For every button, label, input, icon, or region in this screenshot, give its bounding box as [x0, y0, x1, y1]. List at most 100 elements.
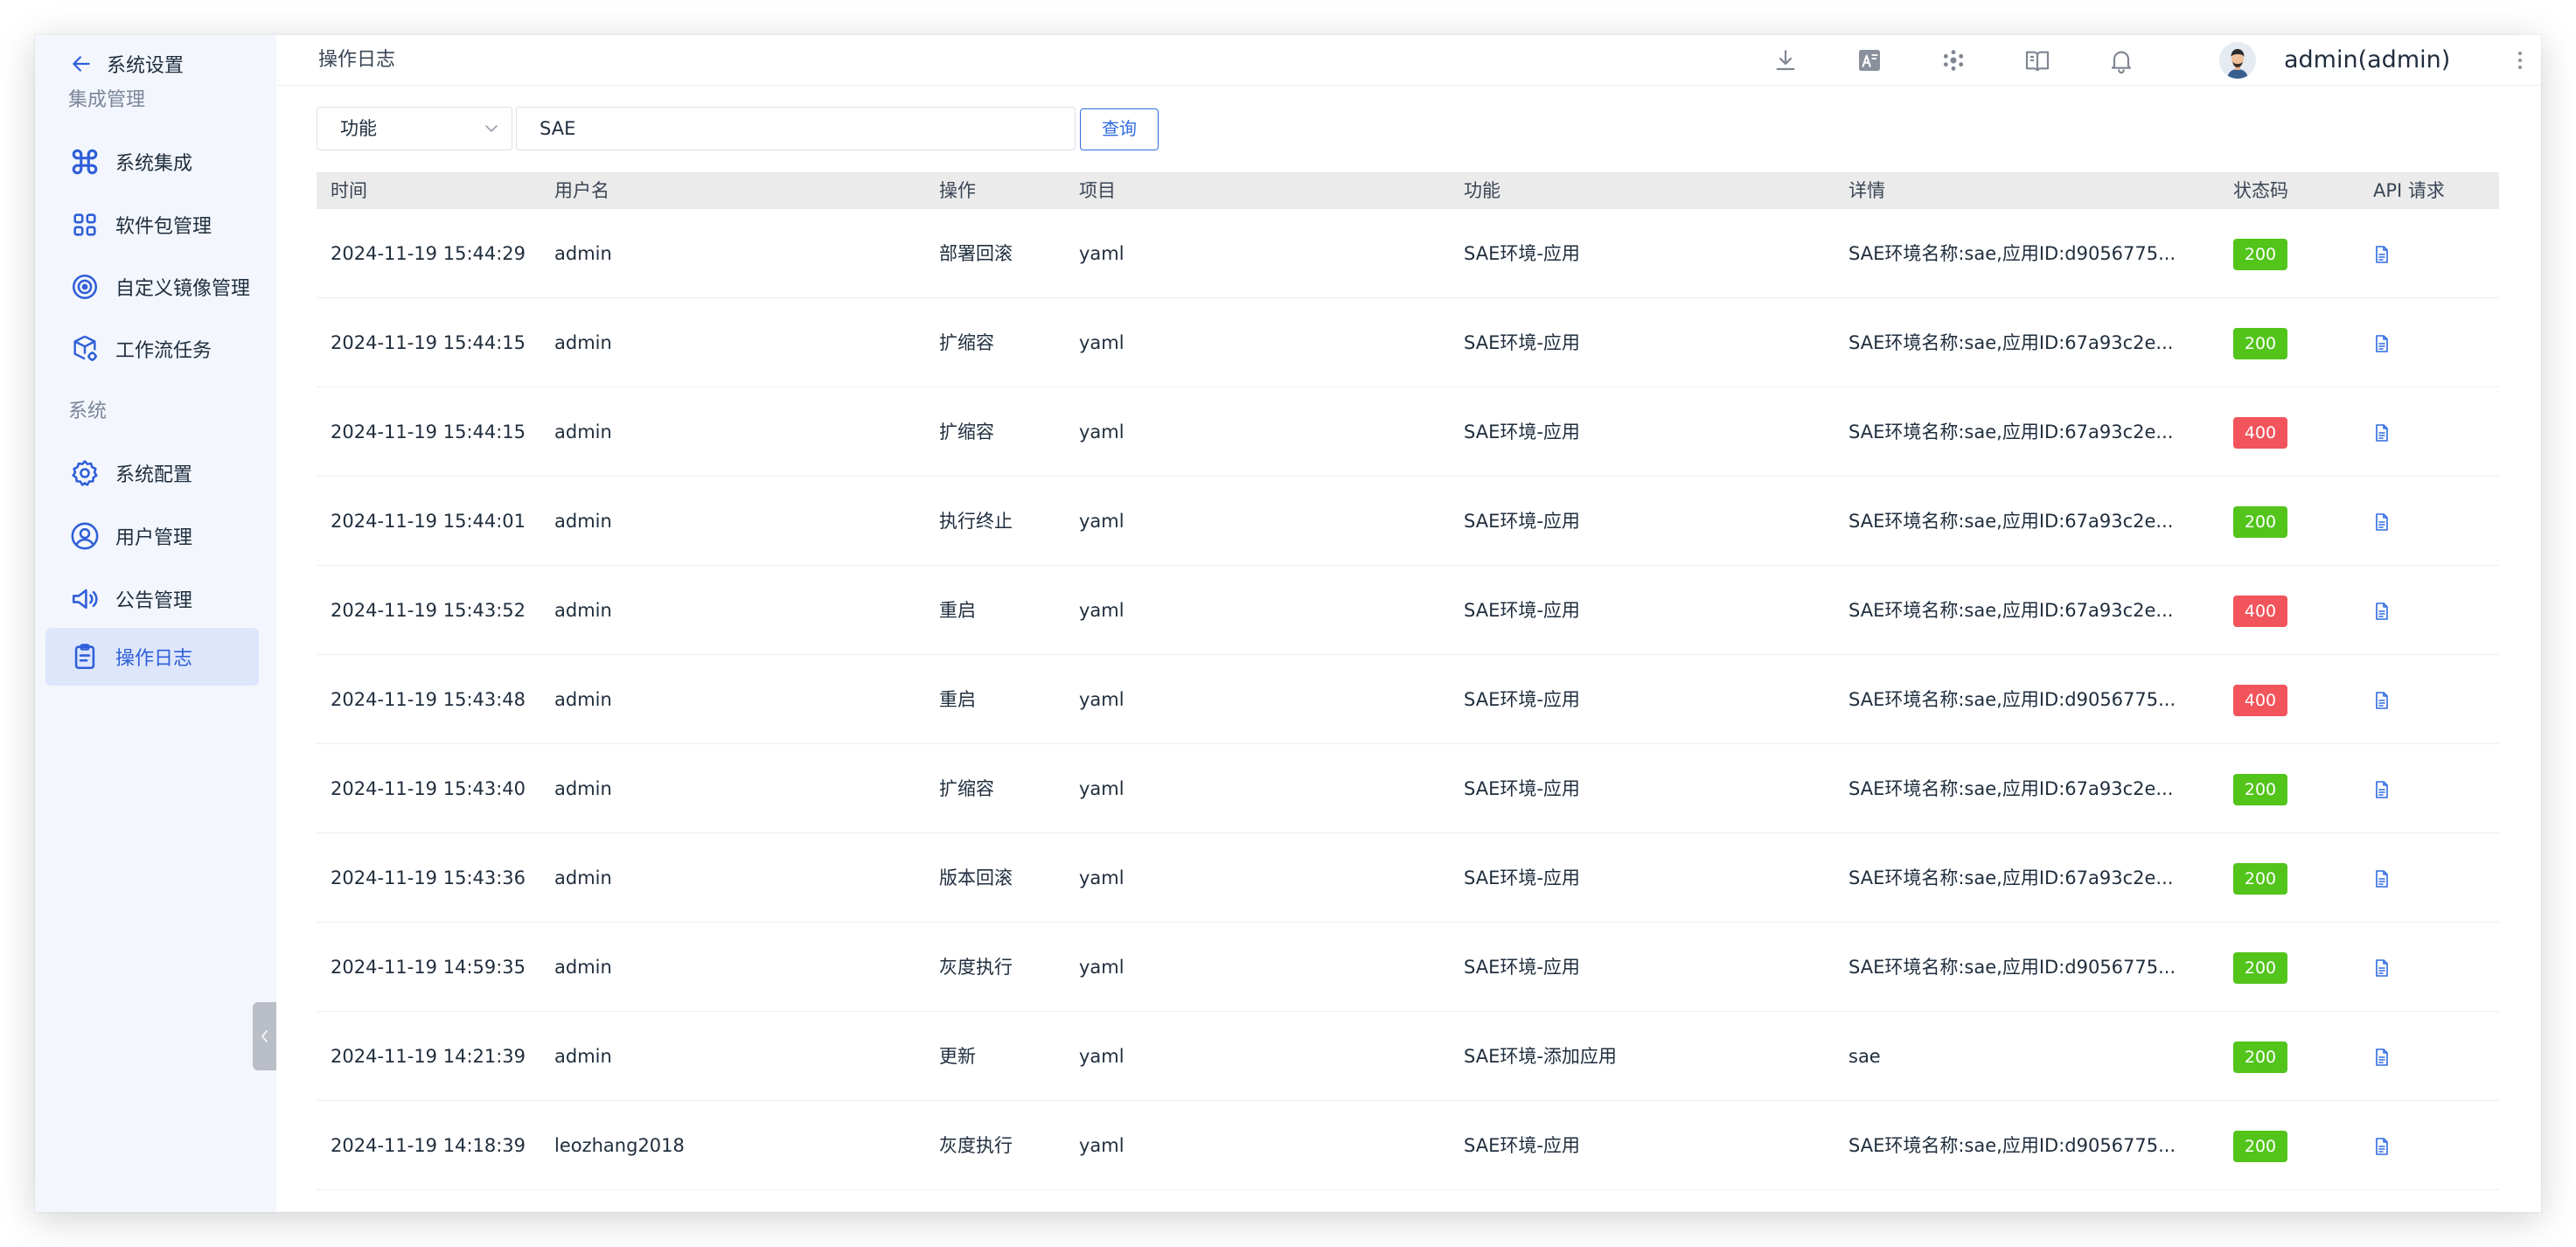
column-header-operation: 操作 [939, 180, 976, 201]
document-icon[interactable] [2373, 334, 2391, 353]
cell-detail: SAE环境名称:sae,应用ID:d9056775... [1848, 957, 2176, 978]
cell-user: admin [554, 1046, 612, 1067]
target-icon [72, 274, 98, 300]
status-badge: 200 [2233, 952, 2287, 984]
column-header-project: 项目 [1079, 180, 1116, 201]
sidebar-item-operation-log[interactable]: 操作日志 [45, 628, 259, 686]
document-icon[interactable] [2373, 423, 2391, 442]
cell-project: yaml [1079, 600, 1124, 621]
cell-detail: SAE环境名称:sae,应用ID:d9056775... [1848, 1135, 2176, 1156]
sidebar-item-workflow-tasks[interactable]: 工作流任务 [45, 320, 259, 378]
cell-status: 400 [2233, 566, 2287, 655]
filter-field-select[interactable]: 功能 [317, 107, 512, 150]
cell-status: 200 [2233, 477, 2287, 566]
cell-project: yaml [1079, 778, 1124, 799]
cell-api [2373, 1012, 2391, 1101]
sidebar-item-label: 软件包管理 [115, 216, 212, 238]
chevron-down-icon [485, 125, 498, 132]
sidebar-item-user-management[interactable]: 用户管理 [45, 507, 259, 565]
cell-project: yaml [1079, 421, 1124, 442]
document-icon[interactable] [2373, 245, 2391, 264]
cell-time: 2024-11-19 15:44:01 [331, 511, 526, 532]
user-circle-icon [71, 522, 99, 550]
sidebar-collapse-button[interactable] [253, 1002, 276, 1070]
cell-function: SAE环境-应用 [1464, 867, 1580, 888]
status-badge: 200 [2233, 1041, 2287, 1073]
bell-icon[interactable] [2107, 46, 2135, 74]
username-label[interactable]: admin(admin) [2284, 35, 2450, 86]
more-vertical-icon[interactable] [2515, 49, 2525, 72]
document-icon[interactable] [2373, 1137, 2391, 1156]
table-row: 2024-11-19 15:44:15 admin 扩缩容 yaml SAE环境… [317, 387, 2499, 477]
status-badge: 200 [2233, 863, 2287, 895]
cell-function: SAE环境-应用 [1464, 689, 1580, 710]
cell-time: 2024-11-19 14:59:35 [331, 957, 526, 978]
language-icon[interactable] [1855, 46, 1883, 74]
clipboard-icon [74, 644, 95, 670]
cell-project: yaml [1079, 867, 1124, 888]
cell-detail: SAE环境名称:sae,应用ID:67a93c2e... [1848, 867, 2174, 888]
sidebar-item-label: 操作日志 [115, 648, 193, 670]
cell-api [2373, 833, 2391, 923]
cell-api [2373, 566, 2391, 655]
back-label: 系统设置 [107, 55, 184, 77]
sidebar-item-label: 工作流任务 [115, 340, 212, 362]
operation-log-table: 时间 用户名 操作 项目 功能 详情 状态码 API 请求 2024-11-19… [317, 172, 2499, 1190]
cell-status: 200 [2233, 1012, 2287, 1101]
cell-detail: SAE环境名称:sae,应用ID:d9056775... [1848, 689, 2176, 710]
cell-time: 2024-11-19 15:43:52 [331, 600, 526, 621]
column-header-status: 状态码 [2233, 180, 2288, 201]
document-icon[interactable] [2373, 1048, 2391, 1067]
cell-user: admin [554, 778, 612, 799]
cell-function: SAE环境-应用 [1464, 600, 1580, 621]
cell-function: SAE环境-应用 [1464, 421, 1580, 442]
sidebar-item-system-config[interactable]: 系统配置 [45, 444, 259, 502]
top-header: 操作日志 admin(admin) [276, 35, 2541, 86]
user-avatar-icon [2219, 42, 2256, 79]
sidebar-item-custom-images[interactable]: 自定义镜像管理 [45, 258, 259, 316]
document-icon[interactable] [2373, 958, 2391, 978]
cell-operation: 灰度执行 [939, 1135, 1013, 1156]
column-header-function: 功能 [1464, 180, 1500, 201]
document-icon[interactable] [2373, 780, 2391, 799]
cell-api [2373, 387, 2391, 477]
cell-api [2373, 209, 2391, 298]
document-icon[interactable] [2373, 512, 2391, 532]
table-row: 2024-11-19 15:43:48 admin 重启 yaml SAE环境-… [317, 655, 2499, 744]
cell-user: admin [554, 689, 612, 710]
cell-status: 200 [2233, 298, 2287, 387]
sidebar-item-system-integration[interactable]: 系统集成 [45, 133, 259, 191]
table-row: 2024-11-19 14:59:35 admin 灰度执行 yaml SAE环… [317, 923, 2499, 1012]
cell-user: admin [554, 421, 612, 442]
cell-status: 200 [2233, 923, 2287, 1012]
cell-project: yaml [1079, 243, 1124, 264]
docs-book-icon[interactable] [2023, 46, 2051, 74]
sidebar-item-label: 用户管理 [115, 527, 193, 549]
download-icon[interactable] [1772, 46, 1800, 74]
cell-status: 400 [2233, 655, 2287, 744]
sidebar-item-packages[interactable]: 软件包管理 [45, 196, 259, 254]
document-icon[interactable] [2373, 602, 2391, 621]
cell-function: SAE环境-应用 [1464, 332, 1580, 353]
query-button[interactable]: 查询 [1080, 108, 1159, 150]
document-icon[interactable] [2373, 691, 2391, 710]
cell-project: yaml [1079, 1135, 1124, 1156]
cell-user: admin [554, 511, 612, 532]
document-icon[interactable] [2373, 869, 2391, 888]
table-row: 2024-11-19 15:44:01 admin 执行终止 yaml SAE环… [317, 477, 2499, 566]
cell-detail: SAE环境名称:sae,应用ID:67a93c2e... [1848, 600, 2174, 621]
column-header-api: API 请求 [2373, 180, 2445, 201]
status-badge: 200 [2233, 239, 2287, 270]
cell-detail: SAE环境名称:sae,应用ID:67a93c2e... [1848, 332, 2174, 353]
cell-operation: 重启 [939, 689, 976, 710]
cluster-icon[interactable] [1939, 46, 1967, 74]
query-input[interactable] [516, 107, 1076, 150]
sidebar: 系统设置 集成管理 系统集成 软件包管理 自定义镜像管理 工作流任务 系统 系统… [35, 35, 276, 1212]
back-to-settings-link[interactable]: 系统设置 [70, 42, 184, 86]
cell-function: SAE环境-应用 [1464, 511, 1580, 532]
cell-function: SAE环境-添加应用 [1464, 1046, 1617, 1067]
avatar[interactable] [2219, 42, 2256, 79]
sidebar-item-announcements[interactable]: 公告管理 [45, 570, 259, 628]
sidebar-item-label: 自定义镜像管理 [115, 278, 251, 300]
cell-detail: sae [1848, 1046, 1881, 1067]
